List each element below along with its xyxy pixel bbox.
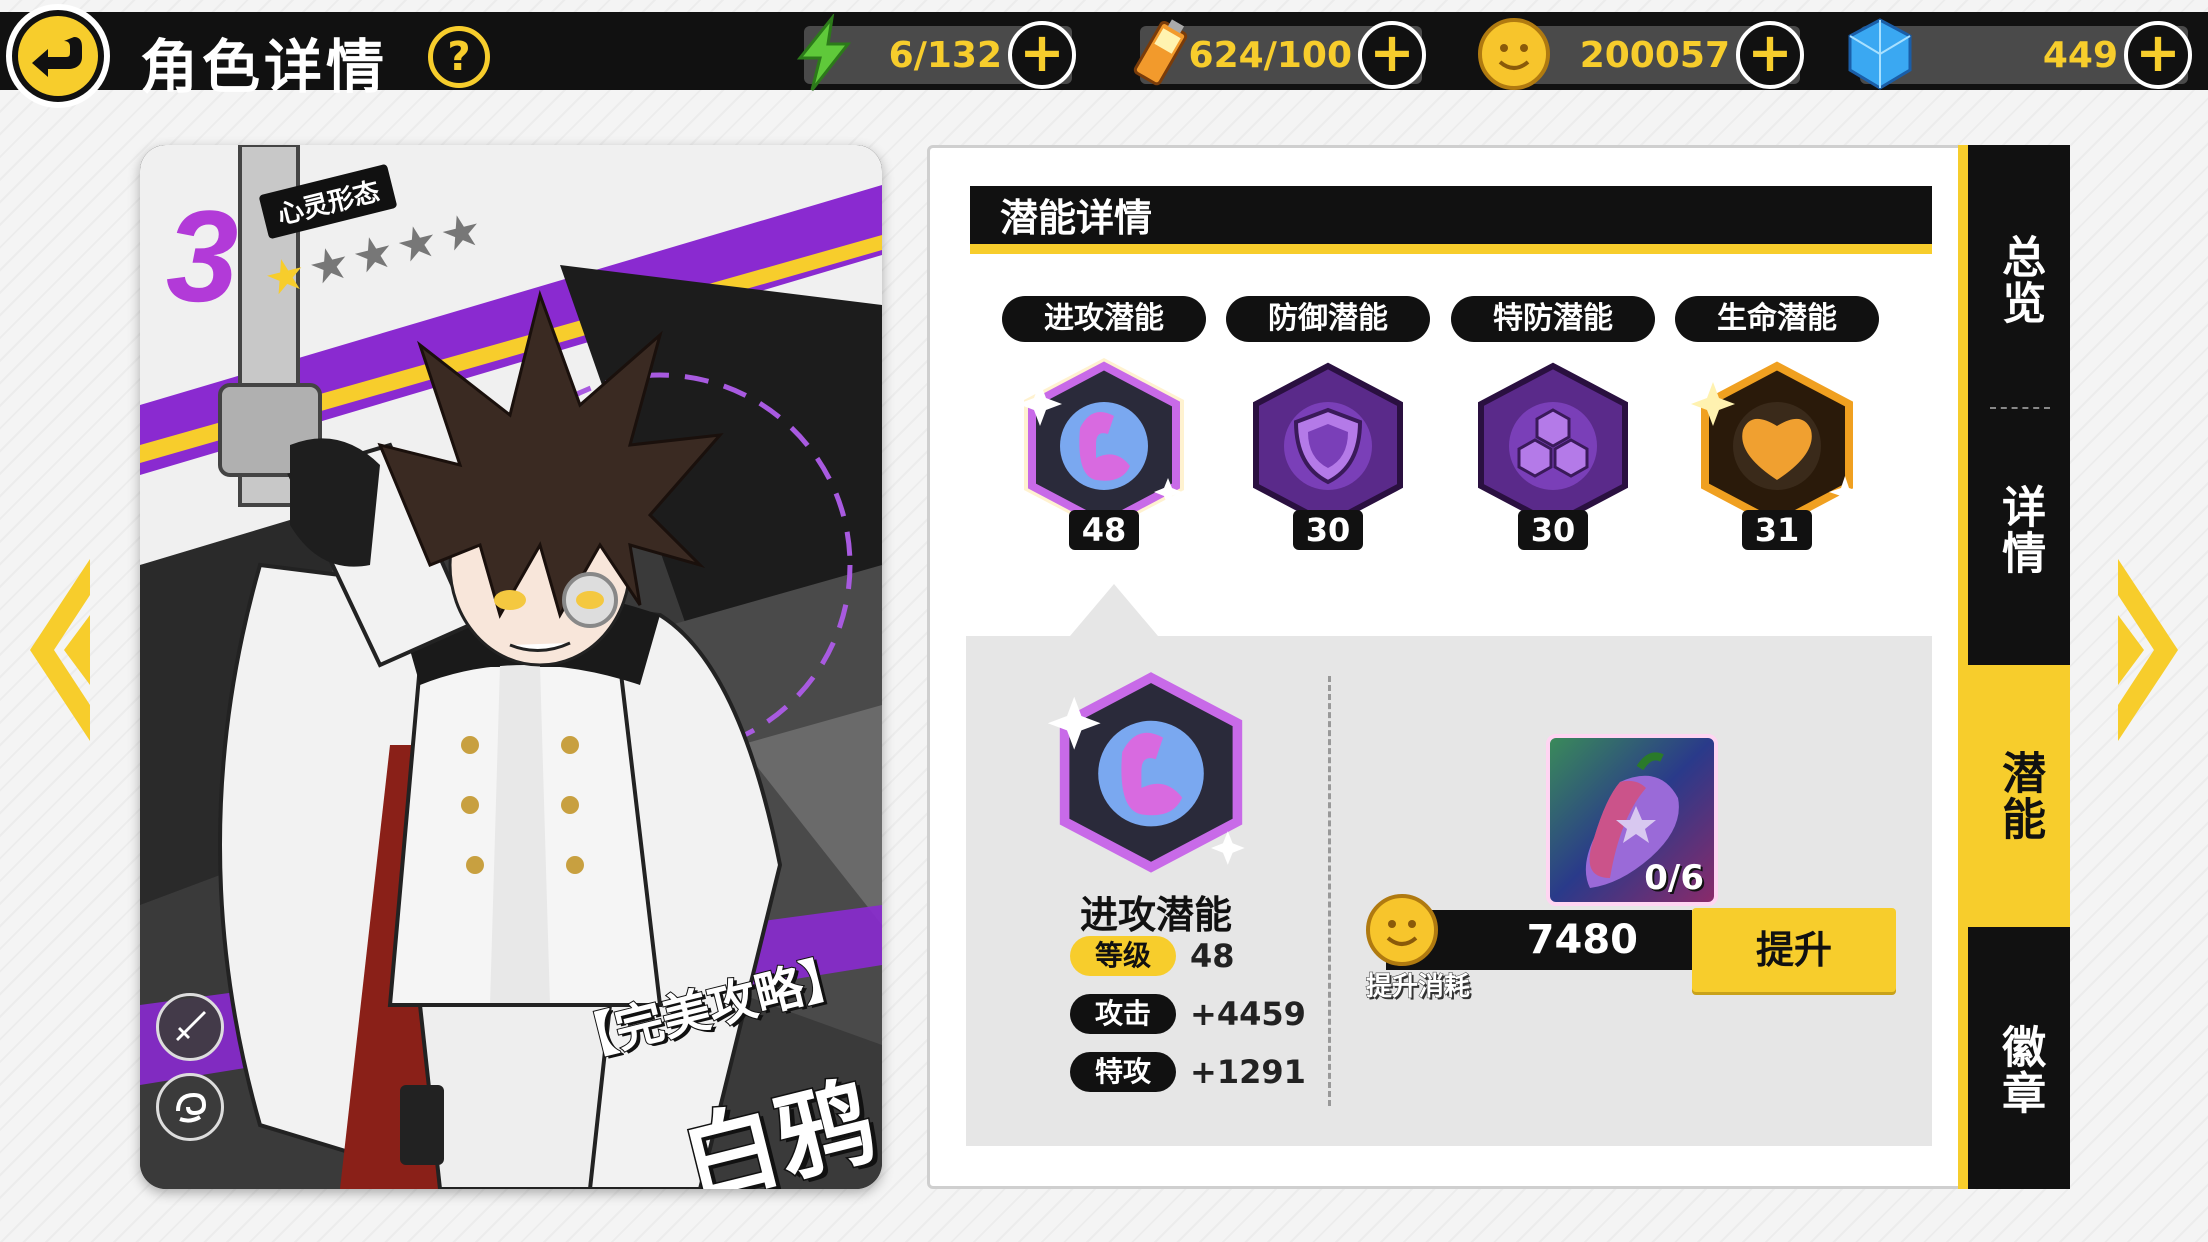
resource-coin: 200057 +: [1478, 18, 1804, 90]
form-number: 3: [166, 183, 239, 329]
resource-energy: 6/132 +: [796, 14, 1076, 91]
coin-icon: [1478, 18, 1550, 90]
potential-detail: 进攻潜能 等级 48 攻击 +4459 特攻 +1291 0/6 7480 提升…: [966, 584, 1932, 1146]
resource-battery-value: 624/100: [1188, 34, 1352, 76]
add-diamond-button[interactable]: +: [2124, 21, 2192, 89]
help-button[interactable]: ?: [428, 26, 490, 88]
resource-diamond-value: 449: [2042, 34, 2118, 76]
nav-overview[interactable]: 总览: [1968, 205, 2070, 355]
selection-pointer: [1070, 584, 1158, 636]
sword-icon[interactable]: [156, 993, 224, 1061]
potential-defense[interactable]: 30: [1228, 348, 1428, 550]
character-card[interactable]: 3 心灵形态 ★ ★ ★ ★ ★ 【完美攻略】 白鸦: [140, 145, 882, 1189]
swirl-icon[interactable]: [156, 1073, 224, 1141]
tab-health-potential[interactable]: 生命潜能: [1675, 296, 1879, 342]
nav-potential[interactable]: 潜能: [1968, 665, 2070, 927]
potential-attack[interactable]: 48: [1004, 348, 1204, 550]
resource-energy-value: 6/132: [888, 34, 1002, 76]
star-icon: ★: [346, 222, 400, 286]
battery-icon: [1133, 19, 1188, 86]
stat-value: +4459: [1190, 995, 1306, 1033]
stat-row-special-attack: 特攻 +1291: [1070, 1052, 1306, 1092]
resource-coin-value: 200057: [1579, 34, 1730, 76]
tab-special-defense-potential[interactable]: 特防潜能: [1451, 296, 1655, 342]
nav-label: 潜能: [1994, 750, 2046, 842]
stat-row-level: 等级 48: [1070, 936, 1235, 976]
coin-icon: [1366, 894, 1438, 966]
material-count: 0/6: [1644, 858, 1704, 898]
nav-badges[interactable]: 徽章: [1968, 985, 2070, 1155]
previous-arrow-icon[interactable]: [24, 555, 94, 745]
arm-icon: [1047, 672, 1245, 873]
add-energy-button[interactable]: +: [1008, 21, 1076, 89]
side-navigation: 总览 详情 潜能 徽章: [1958, 145, 2070, 1189]
tab-attack-potential[interactable]: 进攻潜能: [1002, 296, 1206, 342]
nav-label: 徽章: [1994, 1024, 2046, 1116]
material-item[interactable]: 0/6: [1546, 734, 1718, 906]
star-icon: ★: [302, 233, 356, 297]
potential-level: 31: [1742, 510, 1812, 550]
potential-level: 30: [1293, 510, 1363, 550]
gem-icon: [1848, 18, 1912, 90]
potential-level: 48: [1069, 510, 1139, 550]
upgrade-button[interactable]: 提升: [1692, 908, 1896, 992]
nav-separator: [1990, 407, 2050, 409]
nav-details[interactable]: 详情: [1968, 445, 2070, 615]
character-portrait: [140, 145, 882, 1189]
star-icon: ★: [390, 211, 444, 275]
tab-defense-potential[interactable]: 防御潜能: [1226, 296, 1430, 342]
stat-label: 等级: [1070, 936, 1176, 976]
potential-special-defense[interactable]: 30: [1453, 348, 1653, 550]
resource-diamond: 449 +: [1848, 18, 2192, 90]
panel-title: 潜能详情: [970, 186, 1932, 254]
stat-label: 攻击: [1070, 994, 1176, 1034]
potential-health[interactable]: 31: [1677, 348, 1877, 550]
nav-label: 详情: [1994, 484, 2046, 576]
divider: [1328, 676, 1331, 1106]
add-coin-button[interactable]: +: [1736, 21, 1804, 89]
resource-battery: 624/100 +: [1133, 19, 1426, 89]
stat-value: +1291: [1190, 1053, 1306, 1091]
potential-panel: 潜能详情 进攻潜能 防御潜能 特防潜能 生命潜能 48 30 30 31 进攻潜…: [927, 145, 1969, 1189]
lightning-icon: [796, 14, 852, 91]
next-arrow-icon[interactable]: [2114, 555, 2184, 745]
cost-label: 提升消耗: [1365, 972, 1471, 1003]
nav-label: 总览: [1994, 234, 2046, 326]
selected-potential-name: 进攻潜能: [1079, 893, 1232, 937]
stat-label: 特攻: [1070, 1052, 1176, 1092]
potential-level: 30: [1518, 510, 1588, 550]
stat-value: 48: [1190, 937, 1235, 975]
back-arrow-icon: [18, 16, 98, 96]
add-battery-button[interactable]: +: [1358, 21, 1426, 89]
stat-row-attack: 攻击 +4459: [1070, 994, 1306, 1034]
page-title: 角色详情: [140, 33, 389, 101]
back-button[interactable]: [6, 4, 110, 108]
